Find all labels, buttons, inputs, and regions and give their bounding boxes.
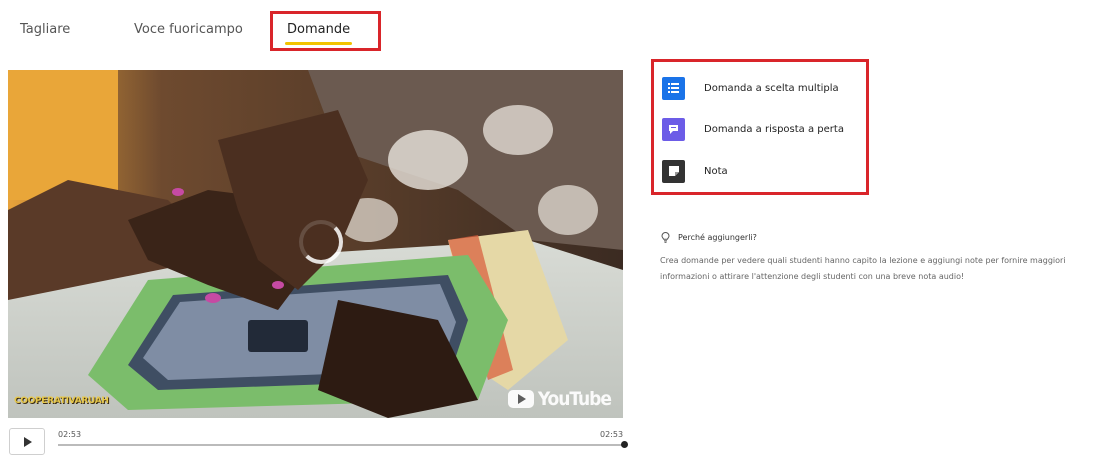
current-time: 02:53 xyxy=(58,430,82,439)
option-multiple-choice[interactable]: Domanda a scelta multipla xyxy=(662,75,852,101)
option-multiple-choice-label: Domanda a scelta multipla xyxy=(704,82,839,94)
option-note[interactable]: Nota xyxy=(662,158,852,184)
tab-voce-fuoricampo[interactable]: Voce fuoricampo xyxy=(134,22,243,37)
progress-knob[interactable] xyxy=(621,441,628,448)
tab-highlight-box xyxy=(270,11,381,51)
play-button[interactable] xyxy=(9,428,45,455)
comment-icon xyxy=(662,117,685,141)
option-open-answer[interactable]: Domanda a risposta a perta xyxy=(662,116,852,142)
progress-fill xyxy=(58,444,624,446)
loading-spinner-icon xyxy=(299,220,343,264)
video-watermark: COOPERATIVARUAH xyxy=(14,396,109,406)
tab-tagliare[interactable]: Tagliare xyxy=(20,22,70,37)
option-open-answer-label: Domanda a risposta a perta xyxy=(704,123,844,135)
duration-time: 02:53 xyxy=(600,430,624,439)
lightbulb-icon xyxy=(661,232,670,243)
note-icon xyxy=(662,159,685,183)
youtube-logo[interactable]: YouTube xyxy=(507,388,612,410)
youtube-wordmark: YouTube xyxy=(537,388,612,410)
info-description: Crea domande per vedere quali studenti h… xyxy=(660,256,1066,281)
question-type-options: Domanda a scelta multipla Domanda a risp… xyxy=(651,59,869,195)
option-note-label: Nota xyxy=(704,165,728,177)
info-heading: Perché aggiungerli? xyxy=(661,232,757,243)
info-title: Perché aggiungerli? xyxy=(678,233,757,242)
list-icon xyxy=(662,76,685,100)
question-editor-page: Tagliare Voce fuoricampo Domande COOPERA… xyxy=(0,0,1109,455)
progress-track[interactable] xyxy=(58,441,628,448)
video-player[interactable]: COOPERATIVARUAH YouTube xyxy=(8,70,623,418)
editor-tabs: Tagliare Voce fuoricampo Domande xyxy=(0,0,600,55)
youtube-play-icon xyxy=(507,390,534,408)
